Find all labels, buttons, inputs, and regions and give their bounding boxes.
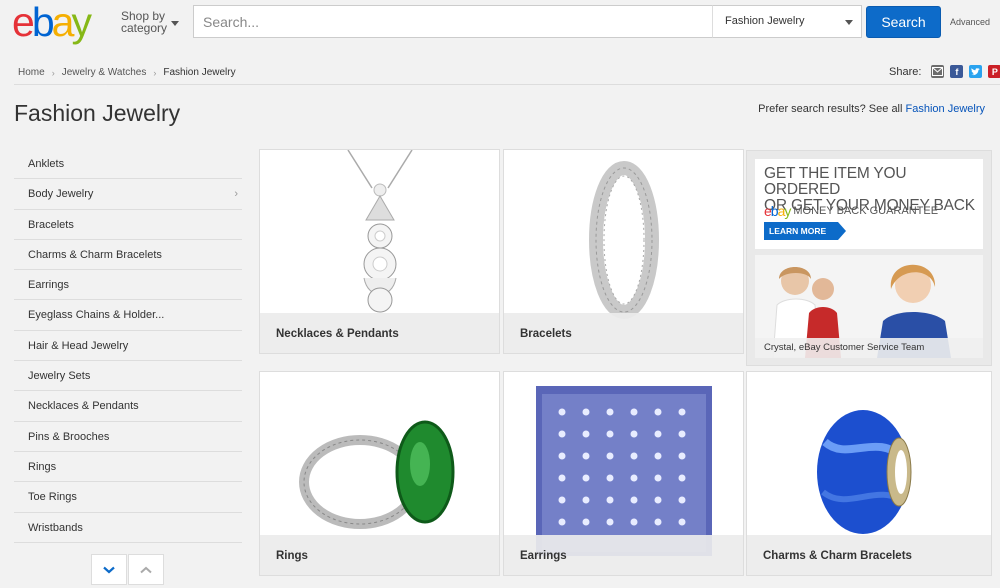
category-sidebar: Anklets Body Jewelry › Bracelets Charms &… bbox=[14, 149, 242, 543]
sidebar-item-label: Hair & Head Jewelry bbox=[28, 339, 129, 352]
chevron-down-icon bbox=[845, 20, 853, 25]
sidebar-item-label: Body Jewelry bbox=[28, 188, 94, 201]
sidebar-item-hair-head-jewelry[interactable]: Hair & Head Jewelry bbox=[14, 331, 242, 362]
logo-letter-a: a bbox=[51, 0, 75, 45]
header: ebay Shop by category Fashion Jewelry Se… bbox=[0, 0, 1000, 44]
advanced-search-link[interactable]: Advanced bbox=[950, 17, 990, 27]
sidebar-item-label: Earrings bbox=[28, 279, 69, 292]
sidebar-item-label: Rings bbox=[28, 460, 57, 473]
search-input[interactable] bbox=[194, 6, 712, 37]
email-icon[interactable] bbox=[931, 65, 945, 78]
prefer-search-results: Prefer search results? See all Fashion J… bbox=[758, 103, 985, 115]
breadcrumb-jewelry-watches[interactable]: Jewelry & Watches bbox=[62, 67, 147, 78]
twitter-icon[interactable] bbox=[969, 65, 983, 78]
sidebar-item-label: Bracelets bbox=[28, 218, 74, 231]
sidebar-item-wristbands[interactable]: Wristbands bbox=[14, 513, 242, 543]
sidebar-item-label: Anklets bbox=[28, 158, 65, 170]
sidebar-item-jewelry-sets[interactable]: Jewelry Sets bbox=[14, 361, 242, 392]
ebay-logo[interactable]: ebay bbox=[12, 0, 92, 45]
facebook-icon[interactable]: f bbox=[950, 65, 964, 78]
breadcrumb-separator-icon: › bbox=[153, 67, 157, 78]
see-all-link[interactable]: Fashion Jewelry bbox=[906, 103, 985, 115]
sidebar-item-label: Toe Rings bbox=[28, 491, 77, 504]
shop-by-line2: category bbox=[121, 21, 168, 35]
category-tile-charms[interactable]: Charms & Charm Bracelets bbox=[746, 371, 992, 576]
category-tile-bracelets[interactable]: Bracelets bbox=[503, 149, 744, 354]
sidebar-item-label: Necklaces & Pendants bbox=[28, 400, 139, 413]
sidebar-item-label: Pins & Brooches bbox=[28, 430, 110, 443]
category-tile-earrings[interactable]: Earrings bbox=[503, 371, 744, 576]
ad-caption: Crystal, eBay Customer Service Team bbox=[755, 338, 983, 358]
category-tile-rings[interactable]: Rings bbox=[259, 371, 500, 576]
learn-more-button[interactable]: LEARN MORE bbox=[764, 222, 847, 240]
divider bbox=[14, 84, 1000, 85]
breadcrumb: Home › Jewelry & Watches › Fashion Jewel… bbox=[18, 67, 236, 78]
chevron-up-icon bbox=[140, 566, 152, 573]
scroll-down-button[interactable] bbox=[91, 554, 127, 585]
ad-mbg-text: MONEY BACK GUARANTEE bbox=[793, 205, 939, 217]
logo-letter-e: e bbox=[12, 0, 35, 45]
tile-label: Earrings bbox=[504, 535, 743, 575]
tile-label: Bracelets bbox=[504, 313, 743, 353]
sidebar-item-label: Jewelry Sets bbox=[28, 370, 91, 383]
sidebar-item-body-jewelry[interactable]: Body Jewelry › bbox=[14, 179, 242, 210]
tile-label: Charms & Charm Bracelets bbox=[747, 535, 991, 575]
sidebar-item-earrings[interactable]: Earrings bbox=[14, 270, 242, 301]
sidebar-item-necklaces[interactable]: Necklaces & Pendants bbox=[14, 391, 242, 422]
breadcrumb-separator-icon: › bbox=[51, 67, 55, 78]
ad-mbg: ebay MONEY BACK GUARANTEE bbox=[764, 203, 938, 219]
sidebar-item-anklets[interactable]: Anklets bbox=[14, 149, 242, 180]
sidebar-item-rings[interactable]: Rings bbox=[14, 452, 242, 483]
chevron-down-icon bbox=[103, 566, 115, 573]
sidebar-item-toe-rings[interactable]: Toe Rings bbox=[14, 482, 242, 513]
tile-label: Rings bbox=[260, 535, 499, 575]
page-title: Fashion Jewelry bbox=[14, 100, 181, 126]
sidebar-item-pins-brooches[interactable]: Pins & Brooches bbox=[14, 422, 242, 452]
ad-banner: GET THE ITEM YOU ORDERED OR GET YOUR MON… bbox=[755, 159, 983, 249]
breadcrumb-home[interactable]: Home bbox=[18, 67, 45, 78]
category-select[interactable]: Fashion Jewelry bbox=[712, 5, 862, 38]
money-back-guarantee-ad[interactable]: GET THE ITEM YOU ORDERED OR GET YOUR MON… bbox=[746, 150, 992, 366]
share-bar: Share: f P bbox=[889, 65, 1000, 78]
search-box bbox=[193, 5, 713, 38]
share-label: Share: bbox=[889, 65, 922, 78]
prefer-text: Prefer search results? See all bbox=[758, 103, 906, 115]
shop-by-category-button[interactable]: Shop by category bbox=[121, 10, 179, 35]
breadcrumb-current: Fashion Jewelry bbox=[163, 67, 236, 78]
chevron-right-icon: › bbox=[234, 188, 238, 201]
ebay-mini-logo: ebay bbox=[764, 203, 791, 219]
sidebar-item-label: Charms & Charm Bracelets bbox=[28, 248, 162, 261]
pinterest-icon[interactable]: P bbox=[988, 65, 1000, 78]
category-select-value: Fashion Jewelry bbox=[725, 15, 805, 27]
sidebar-item-charms[interactable]: Charms & Charm Bracelets bbox=[14, 240, 242, 271]
search-button[interactable]: Search bbox=[866, 6, 941, 38]
tile-label: Necklaces & Pendants bbox=[260, 313, 499, 353]
ad-headline-line1: GET THE ITEM YOU ORDERED bbox=[764, 165, 907, 198]
sidebar-item-label: Eyeglass Chains & Holder... bbox=[28, 309, 165, 322]
category-tile-necklaces[interactable]: Necklaces & Pendants bbox=[259, 149, 500, 354]
logo-letter-b: b bbox=[31, 0, 55, 45]
ad-photo: Crystal, eBay Customer Service Team bbox=[755, 255, 983, 358]
scroll-up-button[interactable] bbox=[128, 554, 164, 585]
sidebar-item-label: Wristbands bbox=[28, 521, 83, 534]
sidebar-item-bracelets[interactable]: Bracelets bbox=[14, 210, 242, 240]
sidebar-item-eyeglass-chains[interactable]: Eyeglass Chains & Holder... bbox=[14, 300, 242, 331]
chevron-down-icon bbox=[171, 21, 179, 26]
logo-letter-y: y bbox=[71, 0, 91, 45]
